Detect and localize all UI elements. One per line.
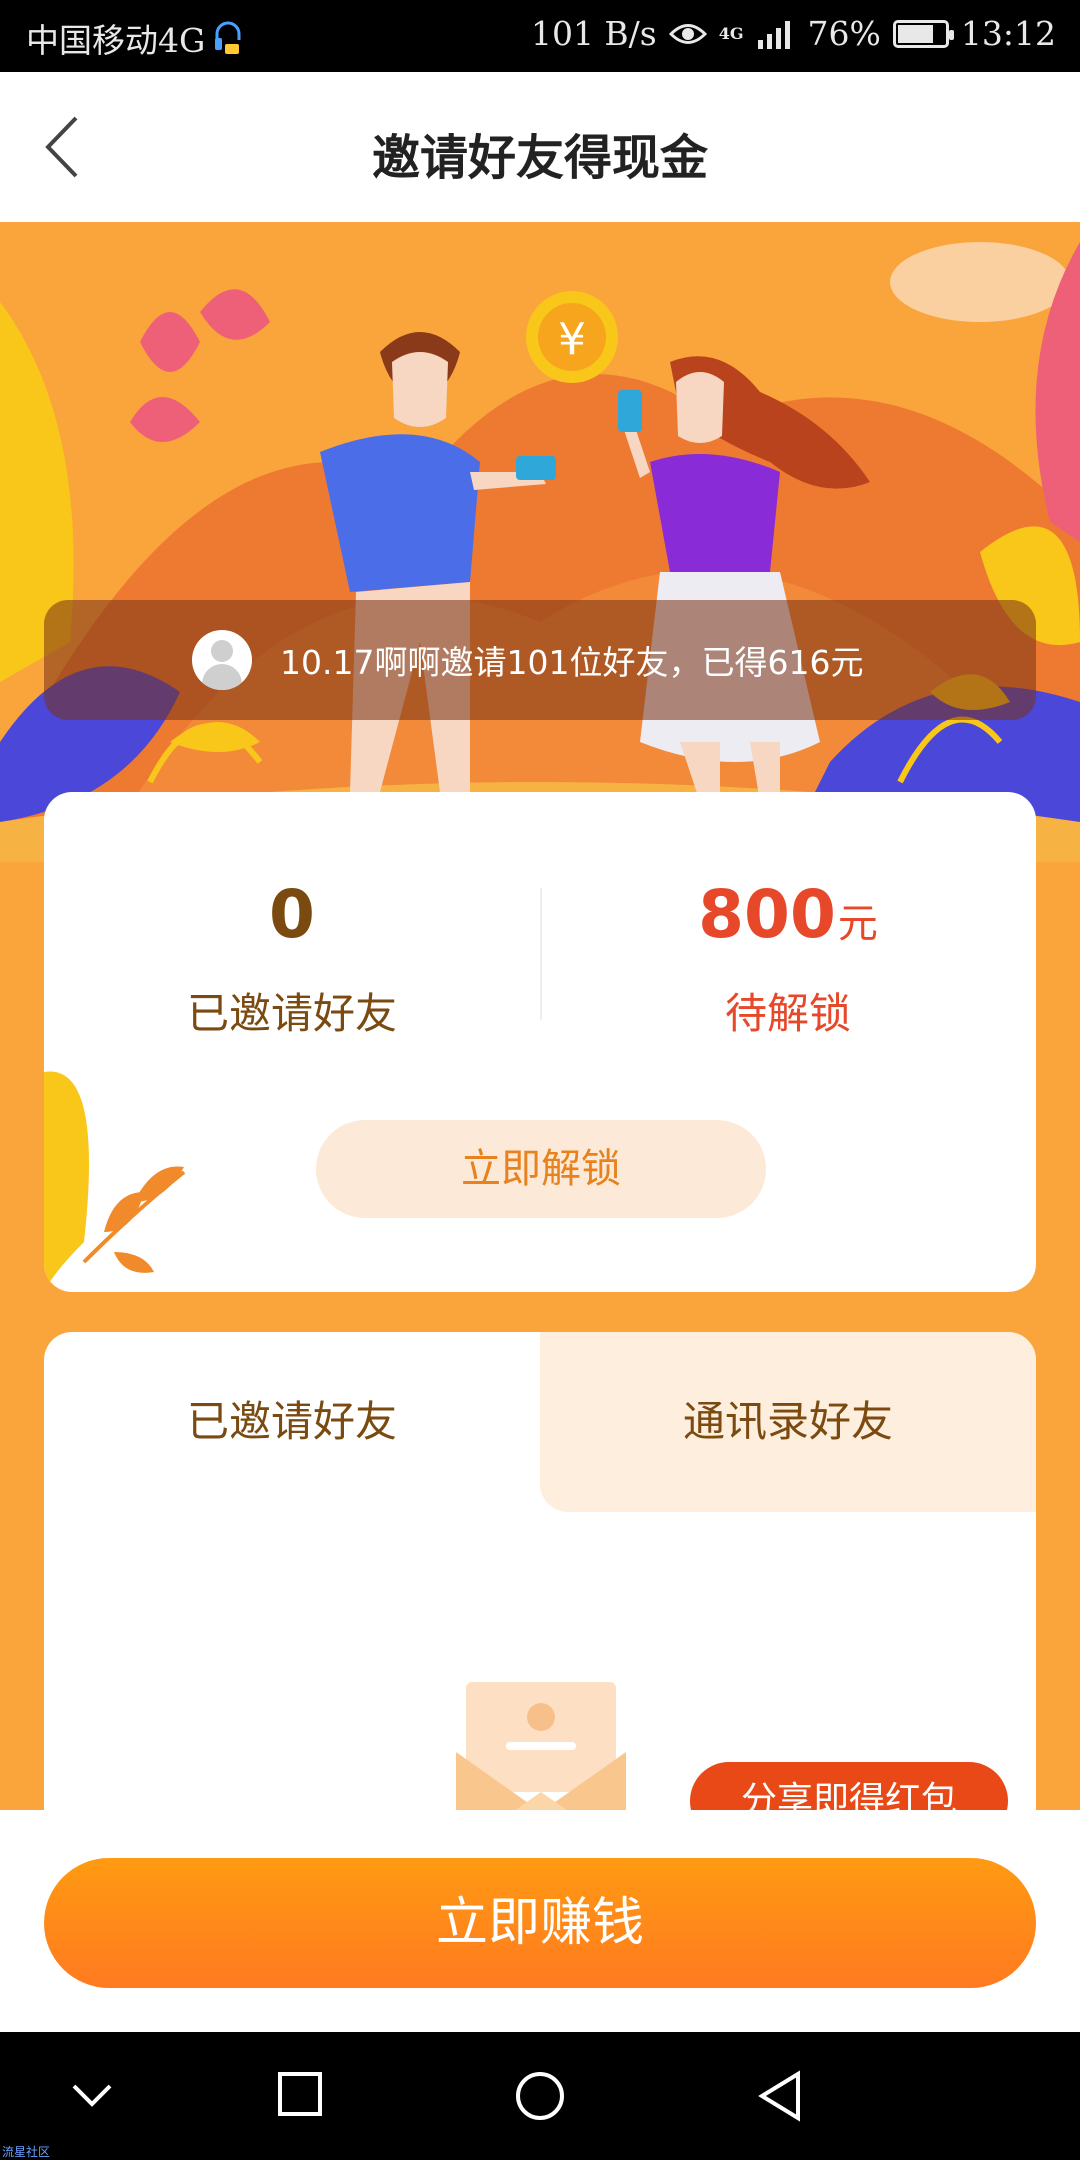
invited-label: 已邀请好友 [186,989,397,1038]
banner-illustration: ¥ [0,222,1080,862]
earn-money-button[interactable]: 立即赚钱 [44,1858,1036,1988]
svg-text:¥: ¥ [558,314,586,365]
back-triangle-icon[interactable] [756,2070,804,2122]
main-content: ¥ 10.17啊啊邀请101位好友，已得616元 0 已邀请好友 800元 待解… [0,222,1080,1810]
invite-ticker: 10.17啊啊邀请101位好友，已得616元 [44,600,1036,720]
recent-apps-icon[interactable] [276,2070,324,2120]
tab-invited-friends[interactable]: 已邀请好友 [44,1332,540,1512]
network-type-icon: 4G [718,24,744,43]
page-title: 邀请好友得现金 [371,130,708,186]
empty-envelope-icon [456,1682,626,1810]
stats-card: 0 已邀请好友 800元 待解锁 立即解锁 [44,792,1036,1292]
avatar [192,630,252,690]
network-speed: 101 B/s [530,14,657,53]
friends-card: 已邀请好友 通讯录好友 [44,1332,1036,1810]
unlock-button[interactable]: 立即解锁 [316,1120,766,1218]
battery-percent: 76% [807,14,881,53]
eye-icon [668,23,707,44]
invited-count: 0 [269,876,315,953]
chevron-down-icon[interactable] [70,2070,114,2120]
battery-icon [892,19,954,48]
pending-stat: 800元 待解锁 [540,882,1036,1041]
bottom-action-bar: 立即赚钱 [0,1810,1080,2032]
carrier-label: 中国移动4G [26,21,206,60]
status-bar: 中国移动4G 101 B/s 4G 76% 13:12 [0,0,1080,72]
invited-stat: 0 已邀请好友 [44,882,540,1041]
tab-contacts-friends[interactable]: 通讯录好友 [540,1332,1036,1512]
leaf-decoration-icon [44,1071,186,1292]
pending-unit: 元 [837,901,878,947]
system-nav-bar: 流星社区 [0,2032,1080,2160]
pending-label: 待解锁 [724,989,851,1038]
ticker-text: 10.17啊啊邀请101位好友，已得616元 [280,643,864,682]
pending-amount: 800 [698,876,836,953]
signal-icon [757,20,790,49]
app-header: 邀请好友得现金 [0,72,1080,222]
clock: 13:12 [960,14,1056,53]
headset-icon [215,21,241,54]
watermark: 流星社区 [2,2145,51,2159]
home-icon[interactable] [514,2070,566,2122]
